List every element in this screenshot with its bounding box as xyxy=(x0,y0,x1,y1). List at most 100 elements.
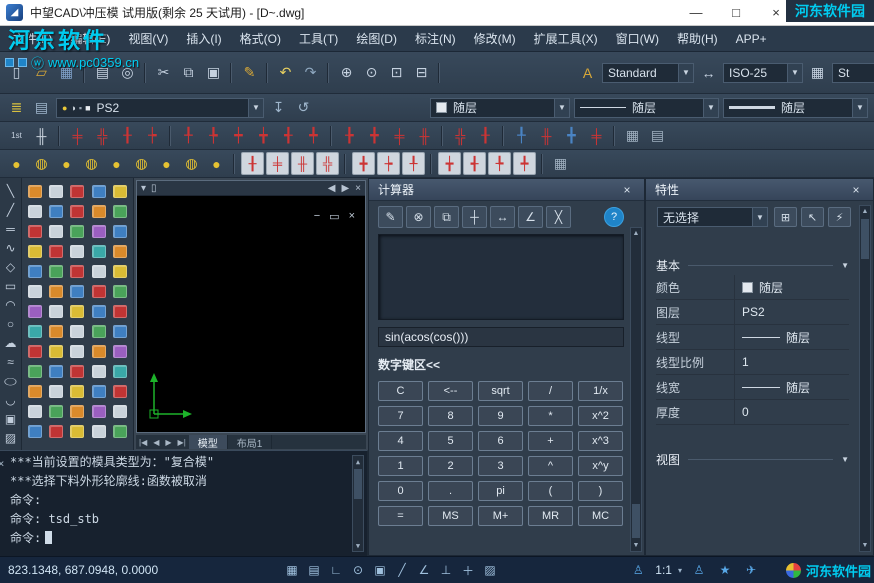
layer-previous-icon[interactable]: ↺ xyxy=(292,96,315,119)
die-tool-icon[interactable]: ╫ xyxy=(535,124,558,147)
menu-item[interactable]: APP+ xyxy=(727,28,776,50)
palette-tool-icon[interactable] xyxy=(88,361,109,381)
palette-tool-icon[interactable] xyxy=(24,301,45,321)
die-tool-icon[interactable]: ╪ xyxy=(388,124,411,147)
palette-tool-icon[interactable] xyxy=(45,381,66,401)
palette-tool-icon[interactable] xyxy=(45,221,66,241)
palette-tool-icon[interactable] xyxy=(45,341,66,361)
palette-tool-icon[interactable] xyxy=(24,181,45,201)
die-tool-icon[interactable]: ╋ xyxy=(352,152,375,175)
panel-close-icon[interactable]: × xyxy=(0,457,8,470)
die-tool-icon[interactable]: ╇ xyxy=(302,124,325,147)
scroll-up-icon[interactable]: ▲ xyxy=(353,456,363,467)
polyline-icon[interactable]: ∿ xyxy=(1,238,21,257)
maximize-button[interactable]: □ xyxy=(716,0,756,25)
object-snap-icon[interactable]: ▣ xyxy=(370,561,390,579)
calc-key[interactable]: * xyxy=(528,406,573,426)
close-icon[interactable]: × xyxy=(848,183,864,197)
palette-tool-icon[interactable] xyxy=(110,181,131,201)
property-value[interactable]: 随层 xyxy=(734,325,849,349)
distance-icon[interactable]: ↔ xyxy=(490,206,515,228)
layer-lamp-icon[interactable]: ● xyxy=(155,152,178,175)
insert-block-icon[interactable]: ▣ xyxy=(1,409,21,428)
die-tool-icon[interactable]: ╫ xyxy=(291,152,314,175)
die-tool-icon[interactable]: ┿ xyxy=(227,124,250,147)
palette-tool-icon[interactable] xyxy=(67,261,88,281)
toolbar-icon[interactable] xyxy=(500,126,507,146)
palette-tool-icon[interactable] xyxy=(67,401,88,421)
die-tool-icon[interactable]: ╪ xyxy=(266,152,289,175)
command-prompt[interactable]: 命令: xyxy=(10,529,347,548)
layer-combo[interactable]: ●◑▪■ PS2 ▼ xyxy=(56,98,264,118)
drawing-canvas[interactable]: − ▭ × xyxy=(137,196,365,432)
layer-lamp-icon[interactable]: ● xyxy=(5,152,28,175)
palette-tool-icon[interactable] xyxy=(24,421,45,441)
calc-key[interactable]: 8 xyxy=(428,406,473,426)
palette-tool-icon[interactable] xyxy=(110,301,131,321)
layer-lamp-icon[interactable]: ● xyxy=(105,152,128,175)
zoom-realtime-icon[interactable]: ⊙ xyxy=(360,61,383,84)
calc-key[interactable]: <-- xyxy=(428,381,473,401)
palette-tool-icon[interactable] xyxy=(67,361,88,381)
palette-tool-icon[interactable] xyxy=(45,261,66,281)
text-style-icon[interactable]: A xyxy=(576,61,599,84)
palette-tool-icon[interactable] xyxy=(45,301,66,321)
menu-item[interactable]: 工具(T) xyxy=(290,26,347,51)
palette-tool-icon[interactable] xyxy=(24,341,45,361)
toolbar-icon[interactable] xyxy=(167,126,174,146)
clear-history-icon[interactable]: ⊗ xyxy=(406,206,431,228)
toolbar-icon[interactable] xyxy=(439,126,446,146)
property-value[interactable]: 0 xyxy=(734,400,849,424)
calc-key[interactable]: MS xyxy=(428,506,473,526)
palette-tool-icon[interactable] xyxy=(67,301,88,321)
palette-tool-icon[interactable] xyxy=(110,281,131,301)
die-tool-icon[interactable]: ╪ xyxy=(585,124,608,147)
property-value[interactable]: 1 xyxy=(734,350,849,374)
die-tool-icon[interactable]: ╂ xyxy=(241,152,264,175)
undo-icon[interactable]: ↶ xyxy=(274,61,297,84)
die-tool-icon[interactable]: ╪ xyxy=(66,124,89,147)
calc-key[interactable]: 1 xyxy=(378,456,423,476)
die-tool-icon[interactable]: ╈ xyxy=(438,152,461,175)
die-tool-icon[interactable]: ╂ xyxy=(116,124,139,147)
palette-tool-icon[interactable] xyxy=(88,281,109,301)
circle-icon[interactable]: ○ xyxy=(1,314,21,333)
revision-cloud-icon[interactable]: ☁ xyxy=(1,333,21,352)
palette-tool-icon[interactable] xyxy=(88,341,109,361)
toolbar-icon[interactable] xyxy=(325,63,332,83)
polar-tracking-icon[interactable]: ⊙ xyxy=(348,561,368,579)
scroll-up-icon[interactable]: ▲ xyxy=(860,206,870,217)
palette-tool-icon[interactable] xyxy=(24,281,45,301)
lineweight-display-icon[interactable]: ＋ xyxy=(458,561,478,579)
paste-value-icon[interactable]: ⧉ xyxy=(434,206,459,228)
calculator-history[interactable] xyxy=(378,234,624,320)
die-tool-icon[interactable]: 1st xyxy=(5,124,28,147)
toolbar-icon[interactable] xyxy=(142,63,149,83)
match-properties-icon[interactable]: ✎ xyxy=(238,61,261,84)
collapse-icon[interactable]: ▼ xyxy=(841,261,849,270)
calc-key[interactable]: 4 xyxy=(378,431,423,451)
palette-tool-icon[interactable] xyxy=(24,261,45,281)
clear-icon[interactable]: ✎ xyxy=(378,206,403,228)
calc-key[interactable]: C xyxy=(378,381,423,401)
hatch-icon[interactable]: ▨ xyxy=(1,428,21,447)
table-tool-icon[interactable]: ▦ xyxy=(549,152,572,175)
linetype-combo[interactable]: 随层 ▼ xyxy=(574,98,719,118)
die-tool-icon[interactable]: ▦ xyxy=(621,124,644,147)
snap-icon[interactable]: ▤ xyxy=(304,561,324,579)
dynamic-ucs-icon[interactable]: ∠ xyxy=(414,561,434,579)
toolbar-icon[interactable] xyxy=(228,63,235,83)
dim-style-combo[interactable]: ISO-25▼ xyxy=(723,63,803,83)
layout-tab[interactable]: 布局1 xyxy=(228,435,273,449)
angle-icon[interactable]: ∠ xyxy=(518,206,543,228)
palette-tool-icon[interactable] xyxy=(110,361,131,381)
object-tracking-icon[interactable]: ╱ xyxy=(392,561,412,579)
palette-tool-icon[interactable] xyxy=(67,281,88,301)
menu-item[interactable]: 扩展工具(X) xyxy=(525,26,607,51)
calc-key[interactable]: ^ xyxy=(528,456,573,476)
layer-states-icon[interactable]: ▤ xyxy=(30,96,53,119)
command-scrollbar[interactable]: ▲ ▼ xyxy=(352,455,364,552)
minimize-button[interactable]: — xyxy=(676,0,716,25)
palette-tool-icon[interactable] xyxy=(67,341,88,361)
die-tool-icon[interactable]: ╋ xyxy=(560,124,583,147)
